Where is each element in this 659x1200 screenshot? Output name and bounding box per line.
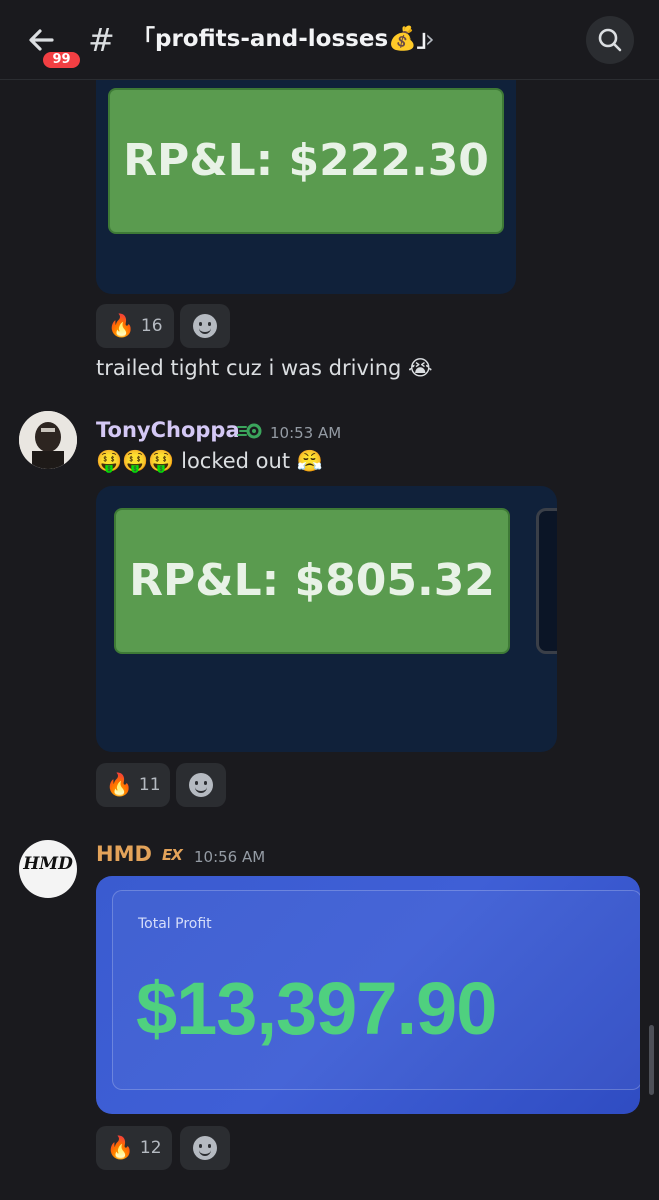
channel-name[interactable]: 「profits-and-losses💰」 (132, 22, 440, 56)
add-reaction-button[interactable] (176, 763, 226, 807)
partial-panel (536, 508, 557, 654)
fire-emoji: 🔥 (105, 772, 133, 798)
server-tag: EX (162, 846, 183, 864)
channel-header: 99 # 「profits-and-losses💰」 › (0, 0, 659, 80)
avatar[interactable] (19, 411, 77, 469)
reaction-count: 16 (140, 316, 163, 336)
fire-emoji: 🔥 (106, 1135, 134, 1161)
add-reaction-button[interactable] (180, 1126, 230, 1170)
username[interactable]: HMD (96, 842, 152, 866)
channel-hash-icon: # (88, 21, 115, 59)
add-reaction-icon (193, 314, 217, 338)
image-attachment[interactable]: Total Profit $13,397.90 (96, 876, 640, 1114)
timestamp: 10:53 AM (270, 424, 342, 442)
total-profit-label: Total Profit (138, 916, 212, 932)
nitro-boost-icon (237, 423, 262, 439)
reaction-count: 12 (139, 1138, 162, 1158)
message-text: trailed tight cuz i was driving 😭 (96, 356, 433, 380)
scrollbar[interactable] (649, 1025, 654, 1095)
avatar-logo-text: HMD (23, 854, 73, 874)
unread-badge: 99 (40, 49, 83, 71)
image-attachment[interactable]: RP&L: $222.30 (96, 60, 516, 294)
username[interactable]: TonyChoppa (96, 418, 240, 442)
rpl-value: RP&L: $805.32 (114, 508, 510, 654)
reaction-count: 11 (138, 775, 161, 795)
search-button[interactable] (586, 16, 634, 64)
chevron-right-icon[interactable]: › (425, 24, 435, 54)
timestamp: 10:56 AM (194, 848, 266, 866)
add-reaction-icon (193, 1136, 217, 1160)
add-reaction-button[interactable] (180, 304, 230, 348)
message-text: 🤑🤑🤑 locked out 😤 (96, 449, 323, 473)
avatar[interactable]: HMD (19, 840, 77, 898)
search-icon (598, 28, 622, 52)
rpl-value: RP&L: $222.30 (108, 88, 504, 234)
avatar-image (19, 411, 77, 469)
image-attachment[interactable]: RP&L: $805.32 (96, 486, 557, 752)
reaction-fire[interactable]: 🔥 16 (96, 304, 174, 348)
total-profit-value: $13,397.90 (136, 967, 497, 1050)
reaction-fire[interactable]: 🔥 12 (96, 1126, 172, 1170)
add-reaction-icon (189, 773, 213, 797)
fire-emoji: 🔥 (107, 313, 135, 339)
reaction-fire[interactable]: 🔥 11 (96, 763, 170, 807)
